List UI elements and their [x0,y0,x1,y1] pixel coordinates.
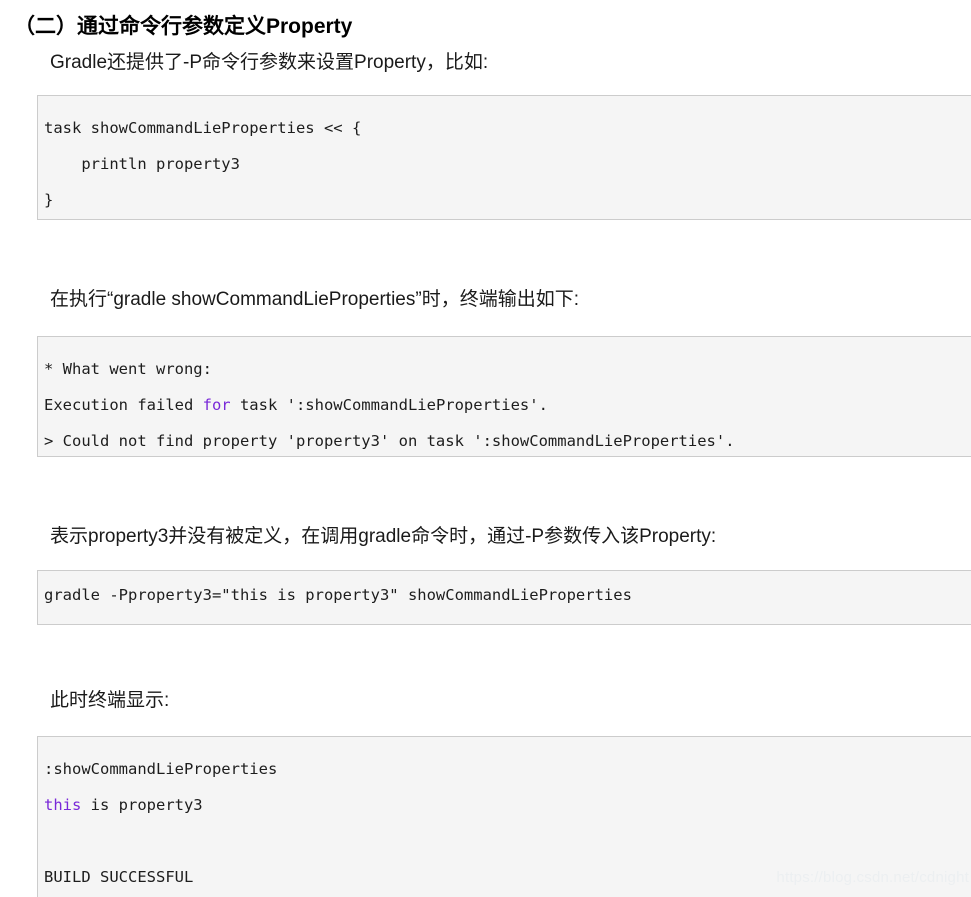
code-block-error-output: * What went wrong: Execution failed for … [37,336,971,457]
paragraph-error-intro: 在执行“gradle showCommandLieProperties”时，终端… [50,289,579,310]
code-text: is property3 [81,796,203,814]
code-keyword: this [44,796,82,814]
code-line: this is property3 [44,796,203,814]
code-line: task showCommandLieProperties << { [44,119,362,137]
code-line: BUILD SUCCESSFUL [44,868,194,886]
code-line: println property3 [44,155,240,173]
code-content-error-output[interactable]: * What went wrong: Execution failed for … [38,337,971,456]
code-line: } [44,191,54,209]
code-line: gradle -Pproperty3="this is property3" s… [44,586,632,604]
page-title: （二）通过命令行参数定义Property [14,15,353,38]
paragraph-intro: Gradle还提供了-P命令行参数来设置Property，比如: [50,52,489,73]
code-block-gradle-command: gradle -Pproperty3="this is property3" s… [37,570,971,625]
code-line: * What went wrong: [44,360,212,378]
code-line: Execution failed for task ':showCommandL… [44,396,548,414]
code-text: Execution failed [44,396,203,414]
code-block-build-script: task showCommandLieProperties << { print… [37,95,971,220]
code-text: task ':showCommandLieProperties'. [230,396,548,414]
watermark: https://blog.csdn.net/cdnight [776,869,969,886]
paragraph-terminal-intro: 此时终端显示: [50,690,170,711]
paragraph-explanation: 表示property3并没有被定义，在调用gradle命令时，通过-P参数传入该… [50,526,717,547]
code-content-gradle-command[interactable]: gradle -Pproperty3="this is property3" s… [38,571,971,619]
code-keyword: for [202,396,231,414]
code-content-build-script[interactable]: task showCommandLieProperties << { print… [38,96,971,219]
code-line: > Could not find property 'property3' on… [44,432,735,450]
document-page: （二）通过命令行参数定义Property Gradle还提供了-P命令行参数来设… [0,0,971,897]
code-line: :showCommandLieProperties [44,760,278,778]
